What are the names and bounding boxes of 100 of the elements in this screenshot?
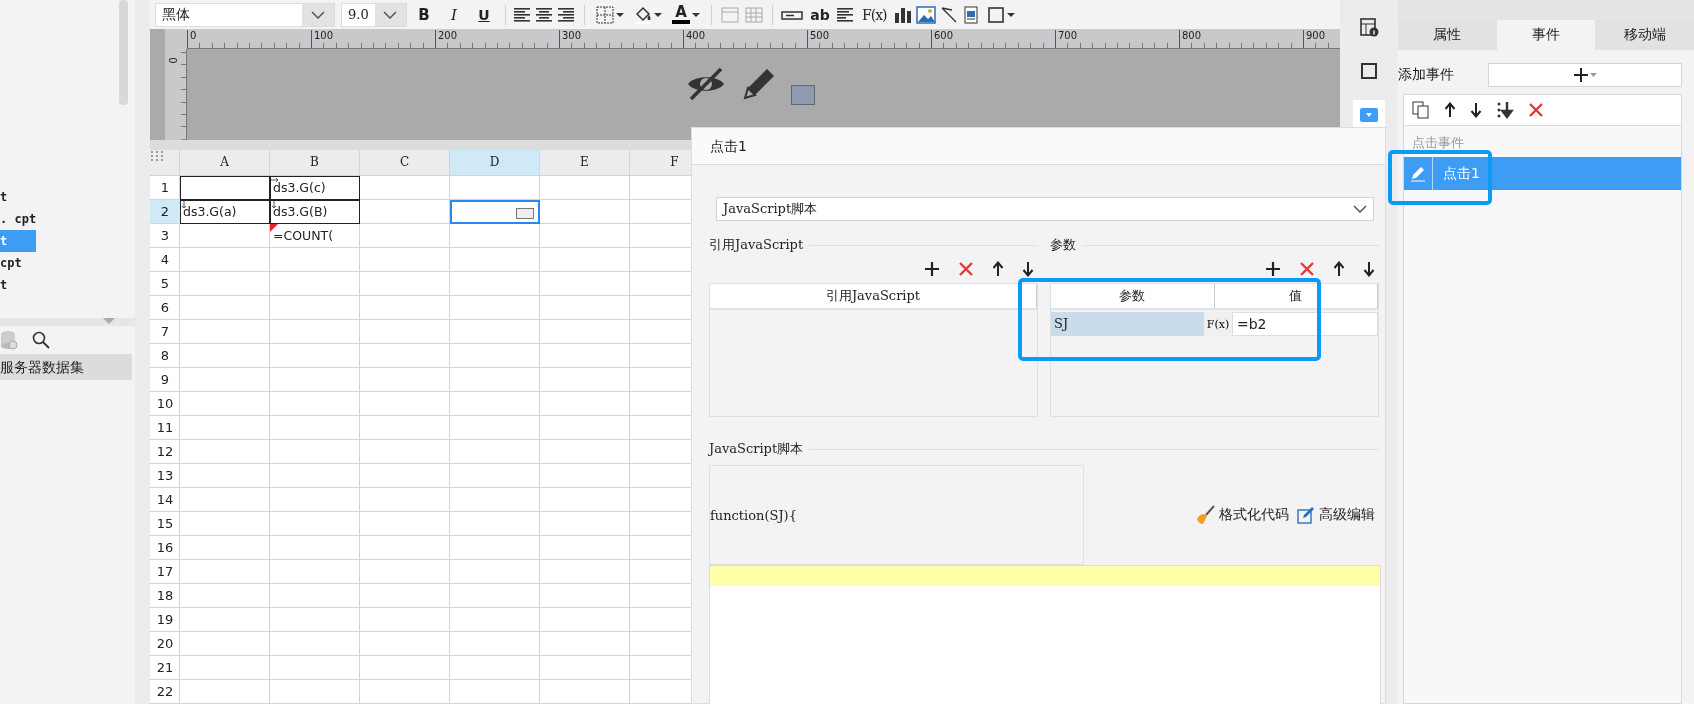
row-header[interactable]: 5: [150, 272, 180, 295]
formula-button[interactable]: F(x): [1204, 312, 1232, 336]
form-info-icon[interactable]: [1359, 17, 1379, 37]
chevron-down-icon[interactable]: [1353, 205, 1367, 213]
search-icon[interactable]: [32, 331, 50, 349]
column-header[interactable]: D: [450, 150, 540, 176]
dataset-group[interactable]: 服务器数据集: [0, 354, 132, 380]
border-icon[interactable]: [596, 5, 614, 24]
horizontal-ruler: 0 100 200 300 400 500 600 700 800 900: [187, 29, 1340, 50]
delete-icon[interactable]: [1528, 102, 1544, 118]
file-item[interactable]: t: [0, 274, 36, 296]
panel-tab[interactable]: 移动端: [1595, 20, 1694, 50]
row-header[interactable]: 20: [150, 632, 180, 655]
label-widget-button[interactable]: ab: [807, 1, 833, 28]
grid-dots-icon: [150, 150, 164, 162]
font-color-button[interactable]: A: [669, 1, 703, 28]
script-type-select[interactable]: JavaScript脚本: [716, 197, 1374, 221]
italic-button[interactable]: I: [441, 1, 467, 28]
row-header[interactable]: 8: [150, 344, 180, 367]
advanced-edit-button[interactable]: 高级编辑: [1297, 505, 1375, 525]
scrollbar[interactable]: [119, 0, 128, 105]
row-header[interactable]: 13: [150, 464, 180, 487]
row-header[interactable]: 9: [150, 368, 180, 391]
format-code-button[interactable]: 格式化代码: [1195, 505, 1289, 525]
row-header[interactable]: 1: [150, 176, 180, 199]
add-icon[interactable]: [1265, 261, 1281, 277]
row-header[interactable]: 10: [150, 392, 180, 415]
row-header[interactable]: 18: [150, 584, 180, 607]
delete-icon[interactable]: [1299, 261, 1315, 277]
move-bottom-icon[interactable]: [1496, 101, 1514, 119]
row-header[interactable]: 3: [150, 224, 180, 247]
parameter-name-cell[interactable]: SJ: [1051, 312, 1204, 336]
file-item[interactable]: . cpt: [0, 208, 36, 230]
plus-icon: [1573, 67, 1589, 83]
row-header[interactable]: 16: [150, 536, 180, 559]
caret-icon[interactable]: [692, 11, 700, 18]
table-cell: ds3.G(c): [273, 180, 326, 195]
copy-icon[interactable]: [1412, 101, 1430, 119]
row-header[interactable]: 22: [150, 680, 180, 703]
add-icon[interactable]: [924, 261, 940, 277]
frame-icon[interactable]: [986, 5, 1005, 24]
file-item[interactable]: t: [0, 186, 36, 208]
arrow-down-icon[interactable]: [1022, 261, 1034, 277]
row-header[interactable]: 21: [150, 656, 180, 679]
section-title: 参数: [1050, 236, 1076, 254]
slash-icon[interactable]: [939, 5, 958, 24]
image-icon[interactable]: [915, 5, 936, 24]
border-caret-icon[interactable]: [616, 11, 624, 18]
row-header[interactable]: 7: [150, 320, 180, 343]
column-header[interactable]: A: [180, 150, 270, 176]
cell-style-icon[interactable]: [720, 5, 740, 24]
column-header[interactable]: E: [540, 150, 630, 176]
row-header[interactable]: 4: [150, 248, 180, 271]
broom-icon: [1195, 505, 1215, 525]
column-header[interactable]: B: [270, 150, 360, 176]
align-center-icon[interactable]: [536, 6, 554, 23]
row-header[interactable]: 15: [150, 512, 180, 535]
row-header[interactable]: 17: [150, 560, 180, 583]
row-header[interactable]: 6: [150, 296, 180, 319]
panel-tab[interactable]: 属性: [1398, 20, 1497, 50]
dropdown-widget-icon: [791, 85, 815, 106]
chevron-down-icon[interactable]: [383, 10, 398, 19]
file-item[interactable]: cpt: [0, 252, 36, 274]
row-header[interactable]: 2: [150, 200, 180, 223]
align-left-icon[interactable]: [514, 6, 532, 23]
arrow-down-icon[interactable]: [1470, 102, 1482, 118]
column-header[interactable]: C: [360, 150, 450, 176]
bold-button[interactable]: B: [411, 1, 437, 28]
widget-tool-button[interactable]: [1353, 100, 1385, 130]
expand-right-icon: [271, 177, 280, 183]
edit-icon: [1297, 506, 1315, 524]
selected-cell[interactable]: [450, 200, 540, 224]
font-select[interactable]: 黑体: [155, 2, 335, 27]
bar-chart-icon[interactable]: [893, 5, 912, 24]
function-signature: function(SJ){: [710, 507, 797, 523]
dropdown-icon[interactable]: [1360, 108, 1378, 122]
formula-cell: =COUNT(: [273, 228, 334, 243]
align-right-icon[interactable]: [558, 6, 576, 23]
underline-button[interactable]: U: [471, 1, 497, 28]
parameter-value-field[interactable]: =b2: [1232, 312, 1378, 336]
chevron-down-icon[interactable]: [311, 10, 325, 19]
arrow-up-icon[interactable]: [1444, 102, 1456, 118]
row-header[interactable]: 14: [150, 488, 180, 511]
font-size-select[interactable]: 9.0: [341, 2, 407, 27]
section-title: JavaScript脚本: [709, 440, 804, 458]
fill-caret-icon[interactable]: [654, 11, 662, 18]
table-cell: ds3.G(B): [273, 204, 328, 219]
row-header[interactable]: 11: [150, 416, 180, 439]
paint-bucket-icon[interactable]: [634, 5, 652, 24]
row-header[interactable]: 12: [150, 440, 180, 463]
arrow-up-icon[interactable]: [1333, 261, 1345, 277]
delete-icon[interactable]: [958, 261, 974, 277]
frame-caret-icon[interactable]: [1006, 11, 1015, 18]
text-area-icon[interactable]: [837, 6, 855, 23]
arrow-up-icon[interactable]: [992, 261, 1004, 277]
formula-button[interactable]: F(x): [859, 1, 890, 28]
square-icon[interactable]: [1359, 61, 1379, 81]
row-header[interactable]: 19: [150, 608, 180, 631]
document-icon[interactable]: [961, 5, 980, 24]
arrow-down-icon[interactable]: [1363, 261, 1375, 277]
